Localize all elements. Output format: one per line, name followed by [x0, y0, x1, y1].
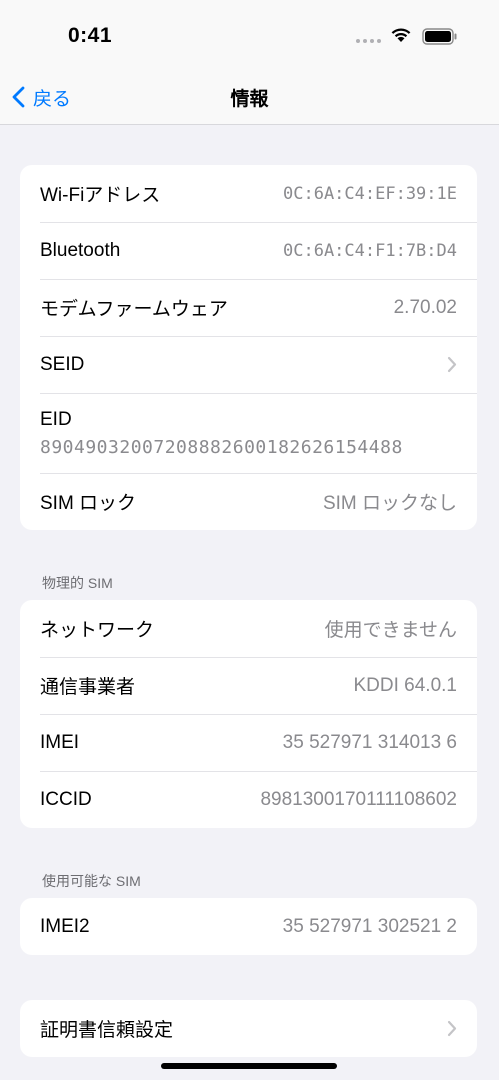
row-value: 35 527971 302521 2 [282, 915, 457, 937]
row-label: IMEI2 [40, 915, 90, 937]
row-value: 0C:6A:C4:EF:39:1E [283, 183, 457, 204]
certificate-trust-settings-row[interactable]: 証明書信頼設定 [20, 1000, 477, 1057]
eid-value: 89049032007208882600182626154488 [40, 436, 403, 458]
sim-lock-row[interactable]: SIM ロック SIM ロックなし [20, 473, 477, 530]
imei2-row[interactable]: IMEI2 35 527971 302521 2 [20, 898, 477, 955]
row-value: 2.70.02 [393, 296, 457, 318]
row-label: ネットワーク [40, 620, 155, 641]
row-value: 8981300170111108602 [260, 788, 457, 810]
carrier-row[interactable]: 通信事業者 KDDI 64.0.1 [20, 657, 477, 714]
page-title: 情報 [230, 89, 269, 110]
status-bar: 0:41 [0, 0, 499, 70]
bluetooth-address-row[interactable]: Bluetooth 0C:6A:C4:F1:7B:D4 [20, 222, 477, 279]
row-value: 使用できません [324, 620, 457, 641]
seid-row[interactable]: SEID [20, 336, 477, 393]
row-label: Wi-Fiアドレス [40, 185, 161, 206]
wifi-icon [391, 28, 411, 42]
device-info-group: Wi-Fiアドレス 0C:6A:C4:EF:39:1E Bluetooth 0C… [20, 165, 477, 530]
cellular-signal-icon [356, 39, 381, 43]
available-sim-group: IMEI2 35 527971 302521 2 [20, 898, 477, 955]
certificate-trust-group: 証明書信頼設定 [20, 1000, 477, 1057]
section-header-available-sim: 使用可能な SIM [42, 873, 141, 889]
row-label: IMEI [40, 731, 80, 753]
row-label: SEID [40, 353, 85, 375]
chevron-right-icon [447, 356, 457, 373]
network-row[interactable]: ネットワーク 使用できません [20, 600, 477, 657]
row-label: ICCID [40, 788, 92, 810]
modem-firmware-row[interactable]: モデムファームウェア 2.70.02 [20, 279, 477, 336]
section-header-physical-sim: 物理的 SIM [42, 575, 113, 591]
row-value: KDDI 64.0.1 [353, 674, 458, 696]
wifi-address-row[interactable]: Wi-Fiアドレス 0C:6A:C4:EF:39:1E [20, 165, 477, 222]
imei-row[interactable]: IMEI 35 527971 314013 6 [20, 714, 477, 771]
status-time: 0:41 [68, 24, 113, 47]
navigation-bar: 戻る 情報 [0, 70, 499, 125]
home-indicator [161, 1063, 337, 1069]
row-value: 35 527971 314013 6 [282, 731, 457, 753]
row-label: SIM ロック [40, 493, 137, 514]
row-label: 証明書信頼設定 [40, 1020, 174, 1041]
eid-row[interactable]: EID 89049032007208882600182626154488 [20, 393, 477, 473]
physical-sim-group: ネットワーク 使用できません 通信事業者 KDDI 64.0.1 IMEI 35… [20, 600, 477, 828]
chevron-right-icon [447, 1020, 457, 1037]
row-label: Bluetooth [40, 239, 121, 261]
row-value: SIM ロックなし [322, 493, 457, 514]
iccid-row[interactable]: ICCID 8981300170111108602 [20, 771, 477, 828]
row-label: EID [40, 408, 72, 430]
row-label: モデムファームウェア [40, 299, 228, 320]
battery-icon [422, 28, 457, 45]
row-label: 通信事業者 [40, 677, 136, 698]
row-value: 0C:6A:C4:F1:7B:D4 [283, 240, 457, 261]
